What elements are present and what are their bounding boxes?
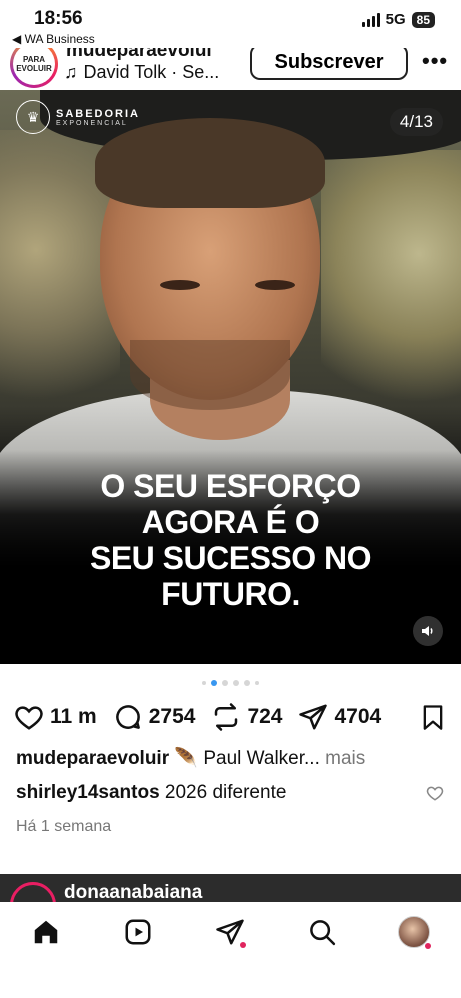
carousel-dot <box>211 680 217 686</box>
like-action[interactable]: 11 m <box>14 702 97 732</box>
quote-line: O SEU ESFORÇO <box>100 468 361 504</box>
speaker-icon <box>422 626 433 636</box>
nav-search[interactable] <box>306 916 338 948</box>
subscribe-button[interactable]: Subscrever <box>250 44 408 80</box>
battery-level: 85 <box>411 11 435 28</box>
more-options-icon[interactable]: ••• <box>422 48 448 74</box>
action-row: 11 m 2754 724 4704 <box>14 700 449 734</box>
comment-text: 2026 diferente <box>164 782 287 803</box>
quote-line: FUTURO. <box>161 576 300 612</box>
search-icon <box>310 920 336 946</box>
bottom-navigation <box>0 902 461 998</box>
back-to-app-link[interactable]: ◀ WA Business <box>12 32 95 46</box>
nav-home[interactable] <box>30 916 62 948</box>
heart-icon <box>15 706 43 730</box>
music-title: David Tolk · Se... <box>83 62 220 82</box>
comment-preview[interactable]: shirley14santos 2026 diferente <box>16 782 286 804</box>
nav-reels[interactable] <box>122 916 154 948</box>
carousel-dot <box>222 680 228 686</box>
background-blur-right <box>321 150 461 410</box>
bookmark-icon <box>423 705 443 730</box>
person-eye-left <box>160 280 200 290</box>
network-type: 5G <box>385 11 406 28</box>
repost-count: 724 <box>247 705 283 728</box>
slide-counter: 4/13 <box>389 108 443 136</box>
next-post-account[interactable]: donaanabaiana <box>64 882 202 904</box>
carousel-dot <box>255 681 259 685</box>
caption-text: Paul Walker... <box>203 748 320 769</box>
home-icon <box>34 920 58 944</box>
comment-action[interactable]: 2754 <box>113 702 196 732</box>
brand-logo-icon: ♛ <box>16 100 50 134</box>
brand-watermark: ♛ SABEDORIA EXPONENCIAL <box>16 100 140 134</box>
person-eye-right <box>255 280 295 290</box>
signal-icon <box>361 12 380 27</box>
feather-emoji: 🪶 <box>174 748 199 769</box>
share-action[interactable]: 4704 <box>298 702 381 732</box>
next-post-header[interactable]: donaanabaiana <box>0 874 461 904</box>
quote-text: O SEU ESFORÇO AGORA É O SEU SUCESSO NO F… <box>0 468 461 612</box>
reels-icon <box>125 919 151 945</box>
carousel-indicator <box>0 680 461 686</box>
quote-line: SEU SUCESSO NO <box>89 540 372 576</box>
save-button[interactable] <box>419 702 447 737</box>
comment-icon <box>115 705 140 729</box>
status-time: 18:56 <box>34 8 83 29</box>
person-beard <box>130 340 290 410</box>
nav-profile-avatar[interactable] <box>398 916 431 949</box>
caption-more-link[interactable]: mais <box>325 748 365 769</box>
status-bar: 18:56 ◀ WA Business 5G 85 <box>0 0 461 48</box>
quote-line: AGORA É O <box>141 504 320 540</box>
brand-subtitle: EXPONENCIAL <box>56 119 128 127</box>
carousel-dot <box>244 680 250 686</box>
heart-icon <box>426 786 444 801</box>
brand-name: SABEDORIA <box>56 107 141 120</box>
repost-icon <box>215 703 238 731</box>
next-post-avatar[interactable] <box>10 882 56 904</box>
post-media[interactable]: ♛ SABEDORIA EXPONENCIAL 4/13 O SEU ESFOR… <box>0 90 461 664</box>
caption-username[interactable]: mudeparaevoluir <box>16 748 169 769</box>
carousel-dot <box>202 681 206 685</box>
music-info[interactable]: ♫ David Tolk · Se... <box>64 62 219 83</box>
music-note-icon: ♫ <box>64 62 78 82</box>
nav-messages[interactable] <box>214 916 246 948</box>
notification-dot <box>240 942 246 948</box>
avatar-text: PARA EVOLUIR <box>13 43 55 85</box>
comment-like-button[interactable] <box>426 784 444 807</box>
post-timestamp: Há 1 semana <box>16 818 112 835</box>
comment-count: 2754 <box>148 705 196 728</box>
repost-action[interactable]: 724 <box>211 702 282 732</box>
carousel-dot <box>233 680 239 686</box>
send-icon <box>299 704 328 730</box>
status-indicators: 5G 85 <box>361 11 435 28</box>
share-count: 4704 <box>334 705 382 728</box>
notification-dot <box>425 943 431 949</box>
post-caption: mudeparaevoluir 🪶 Paul Walker... mais <box>16 746 365 770</box>
sound-toggle-button[interactable] <box>413 616 443 646</box>
like-count: 11 m <box>50 705 97 728</box>
comment-username[interactable]: shirley14santos <box>16 782 160 803</box>
